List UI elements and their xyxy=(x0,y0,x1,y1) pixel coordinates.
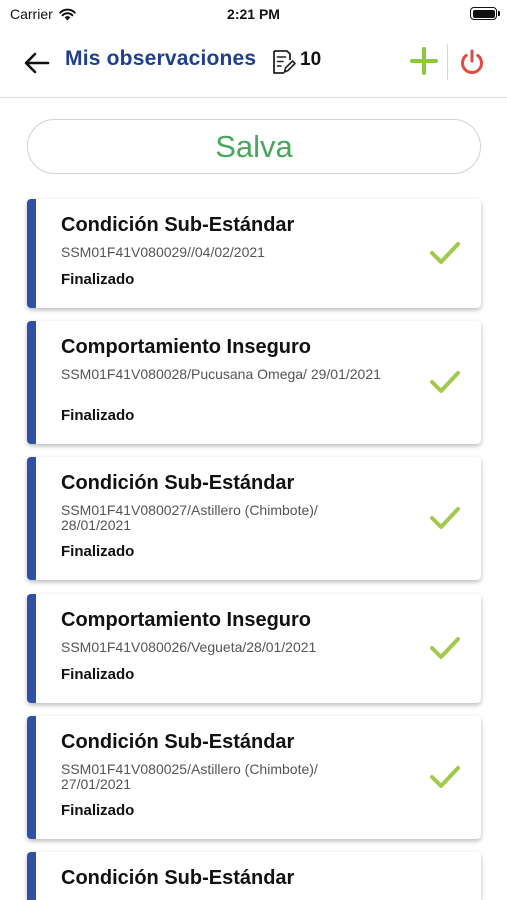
observation-title: Comportamiento Inseguro xyxy=(61,336,312,358)
observation-status: Finalizado xyxy=(61,271,135,288)
observation-card[interactable]: Condición Sub-Estándar xyxy=(27,852,481,900)
observation-card[interactable]: Comportamiento Inseguro SSM01F41V080028/… xyxy=(27,321,481,444)
observation-status: Finalizado xyxy=(61,543,135,560)
document-edit-icon xyxy=(273,50,296,74)
observation-code: SSM01F41V080028/Pucusana Omega/ 29/01/20… xyxy=(61,366,381,382)
observation-count: 10 xyxy=(300,49,322,70)
nav-divider xyxy=(447,44,448,80)
battery-icon xyxy=(470,7,500,20)
observation-code: SSM01F41V080025/Astillero (Chimbote)/ 27… xyxy=(61,761,318,792)
observation-card[interactable]: Condición Sub-Estándar SSM01F41V080027/A… xyxy=(27,457,481,580)
check-icon xyxy=(430,637,460,659)
check-icon xyxy=(430,242,460,264)
check-icon xyxy=(430,371,460,393)
status-bar: Carrier 2:21 PM xyxy=(0,0,507,30)
back-button[interactable] xyxy=(22,48,52,78)
observation-card[interactable]: Comportamiento Inseguro SSM01F41V080026/… xyxy=(27,594,481,703)
page-title: Mis observaciones xyxy=(65,47,257,70)
nav-bar: Mis observaciones 10 xyxy=(0,30,507,98)
observation-title: Condición Sub-Estándar xyxy=(61,867,295,889)
observation-status: Finalizado xyxy=(61,407,135,424)
check-icon xyxy=(430,507,460,529)
observation-card[interactable]: Condición Sub-Estándar SSM01F41V080025/A… xyxy=(27,716,481,839)
observation-code: SSM01F41V080026/Vegueta/28/01/2021 xyxy=(61,639,317,655)
check-icon xyxy=(430,766,460,788)
add-icon[interactable] xyxy=(409,46,439,76)
power-icon[interactable] xyxy=(457,47,487,77)
observation-card[interactable]: Condición Sub-Estándar SSM01F41V080029//… xyxy=(27,199,481,308)
observation-code: SSM01F41V080029//04/02/2021 xyxy=(61,244,265,260)
observation-status: Finalizado xyxy=(61,802,135,819)
observation-title: Condición Sub-Estándar xyxy=(61,214,295,236)
observation-title: Comportamiento Inseguro xyxy=(61,609,312,631)
observation-title: Condición Sub-Estándar xyxy=(61,731,295,753)
observation-code: SSM01F41V080027/Astillero (Chimbote)/ 28… xyxy=(61,502,318,533)
observation-title: Condición Sub-Estándar xyxy=(61,472,295,494)
salva-filter-button[interactable]: Salva xyxy=(27,119,481,174)
clock: 2:21 PM xyxy=(227,6,280,22)
back-arrow-icon xyxy=(24,52,50,74)
observation-status: Finalizado xyxy=(61,666,135,683)
